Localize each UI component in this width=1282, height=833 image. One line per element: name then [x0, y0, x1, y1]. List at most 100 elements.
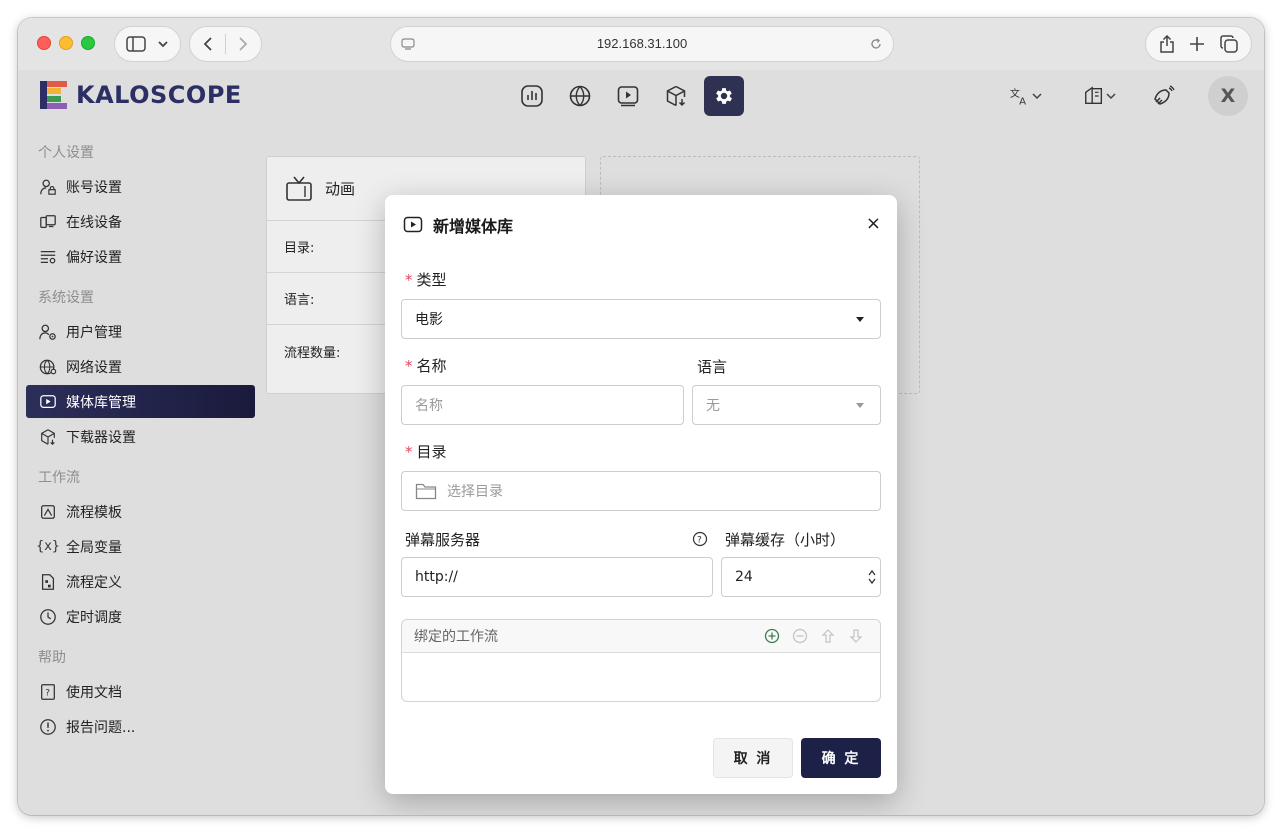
language-select[interactable]: 无 [692, 385, 881, 425]
dropdown-caret-icon [856, 403, 864, 408]
sidebar-item-account[interactable]: 账号设置 [26, 170, 255, 203]
sidebar-item-network[interactable]: 网络设置 [26, 350, 255, 383]
sidebar-item-flow-definitions[interactable]: 流程定义 [26, 565, 255, 598]
translate-icon: 文A [1010, 87, 1026, 107]
type-value: 电影 [415, 312, 443, 328]
devices-icon [38, 212, 58, 232]
sidebar-item-report-issue[interactable]: 报告问题... [26, 710, 255, 743]
svg-text:?: ? [45, 688, 50, 698]
add-circle-icon[interactable] [764, 628, 780, 644]
gear-icon [716, 88, 732, 104]
address-bar[interactable]: 192.168.31.100 [390, 26, 894, 62]
nav-downloader-button[interactable] [656, 76, 696, 116]
close-icon[interactable]: × [866, 213, 881, 234]
move-down-icon[interactable] [848, 628, 864, 644]
user-lock-icon [38, 177, 58, 197]
nav-network-button[interactable] [560, 76, 600, 116]
language-menu-button[interactable]: 文A [1002, 76, 1050, 116]
sidebar-item-label: 账号设置 [66, 179, 122, 196]
stepper-icon[interactable] [867, 568, 877, 586]
flow-definition-icon [38, 572, 58, 592]
sidebar-item-users[interactable]: 用户管理 [26, 315, 255, 348]
name-label: * 名称 [405, 357, 447, 375]
box-icon [666, 85, 686, 107]
type-select[interactable]: 电影 [401, 299, 881, 339]
remove-circle-icon[interactable] [792, 628, 808, 644]
cancel-button[interactable]: 取 消 [713, 738, 793, 778]
dropdown-caret-icon [856, 317, 864, 322]
sidebar-item-label: 在线设备 [66, 214, 122, 231]
variable-icon: {x} [36, 539, 60, 554]
globe-icon [569, 85, 591, 107]
svg-text:A: A [1019, 96, 1026, 107]
type-label: * 类型 [405, 271, 447, 289]
tabs-overview-icon[interactable] [1220, 35, 1238, 53]
directory-placeholder: 选择目录 [447, 484, 503, 500]
zoom-window-button[interactable] [81, 36, 95, 50]
danmaku-cache-value: 24 [735, 569, 753, 585]
nav-dashboard-button[interactable] [512, 76, 552, 116]
avatar-letter: X [1220, 85, 1236, 107]
danmaku-cache-input[interactable]: 24 [721, 557, 881, 597]
sidebar-item-downloader[interactable]: 下载器设置 [26, 420, 255, 453]
sidebar-item-flow-templates[interactable]: 流程模板 [26, 495, 255, 528]
close-window-button[interactable] [37, 36, 51, 50]
nav-media-button[interactable] [608, 76, 648, 116]
section-system: 系统设置 [38, 290, 94, 306]
sidebar-item-schedules[interactable]: 定时调度 [26, 600, 255, 633]
directory-picker[interactable]: 选择目录 [401, 471, 881, 511]
play-square-icon [403, 216, 423, 233]
kaloscope-logo-icon [40, 81, 67, 109]
section-workflow: 工作流 [38, 470, 80, 486]
sidebar-item-label: 流程定义 [66, 574, 122, 591]
help-circle-icon[interactable]: ? [692, 531, 708, 547]
back-arrow-icon[interactable] [201, 36, 215, 52]
app-logo[interactable]: KALOSCOPE [40, 81, 242, 109]
chevron-down-icon [157, 41, 168, 48]
bound-workflows-header: 绑定的工作流 [402, 620, 880, 653]
sidebar-toggle-button[interactable] [114, 26, 181, 62]
sidebar-item-docs[interactable]: ? 使用文档 [26, 675, 255, 708]
sidebar-item-global-variables[interactable]: {x} 全局变量 [26, 530, 255, 563]
sidebar-item-media-library[interactable]: 媒体库管理 [26, 385, 255, 418]
folder-icon [415, 483, 437, 500]
sidebar-item-label: 网络设置 [66, 359, 122, 376]
play-square-icon [617, 86, 639, 107]
dialog-title: 新增媒体库 [403, 213, 513, 237]
sidebar-icon [125, 36, 146, 52]
move-up-icon[interactable] [820, 628, 836, 644]
forward-arrow-icon[interactable] [236, 36, 250, 52]
danmaku-cache-label: 弹幕缓存（小时） [725, 531, 846, 549]
browser-window: 192.168.31.100 KALOSCOPE 文 A X 个人设置 账号设置… [18, 18, 1264, 815]
plus-icon[interactable] [1189, 36, 1205, 52]
sidebar-item-label: 全局变量 [66, 539, 122, 556]
broadcast-icon [1154, 85, 1175, 105]
sidebar-item-label: 使用文档 [66, 684, 122, 701]
dialog-title-text: 新增媒体库 [433, 217, 514, 236]
danmaku-server-input[interactable]: http:// [401, 557, 713, 597]
alert-circle-icon [38, 717, 58, 737]
template-icon [38, 502, 58, 522]
sidebar-item-label: 用户管理 [66, 324, 122, 341]
reload-icon[interactable] [869, 37, 883, 51]
app-header: KALOSCOPE 文A X [18, 70, 1264, 120]
user-avatar[interactable]: X [1208, 76, 1248, 116]
share-icon[interactable] [1159, 35, 1175, 53]
directory-label: * 目录 [405, 443, 447, 461]
minimize-window-button[interactable] [59, 36, 73, 50]
notifications-button[interactable] [1144, 76, 1184, 116]
question-doc-icon: ? [38, 682, 58, 702]
sidebar-item-label: 流程模板 [66, 504, 122, 521]
nav-settings-button[interactable] [704, 76, 744, 116]
sidebar-item-preferences[interactable]: 偏好设置 [26, 240, 255, 273]
confirm-button[interactable]: 确 定 [801, 738, 881, 778]
sidebar-item-label: 报告问题... [66, 719, 136, 736]
name-input[interactable]: 名称 [401, 385, 684, 425]
tv-icon [286, 175, 312, 201]
section-help: 帮助 [38, 650, 66, 666]
card-title: 动画 [325, 180, 356, 198]
logo-text: KALOSCOPE [76, 81, 242, 109]
history-nav [189, 26, 262, 62]
theme-menu-button[interactable] [1076, 76, 1124, 116]
sidebar-item-devices[interactable]: 在线设备 [26, 205, 255, 238]
